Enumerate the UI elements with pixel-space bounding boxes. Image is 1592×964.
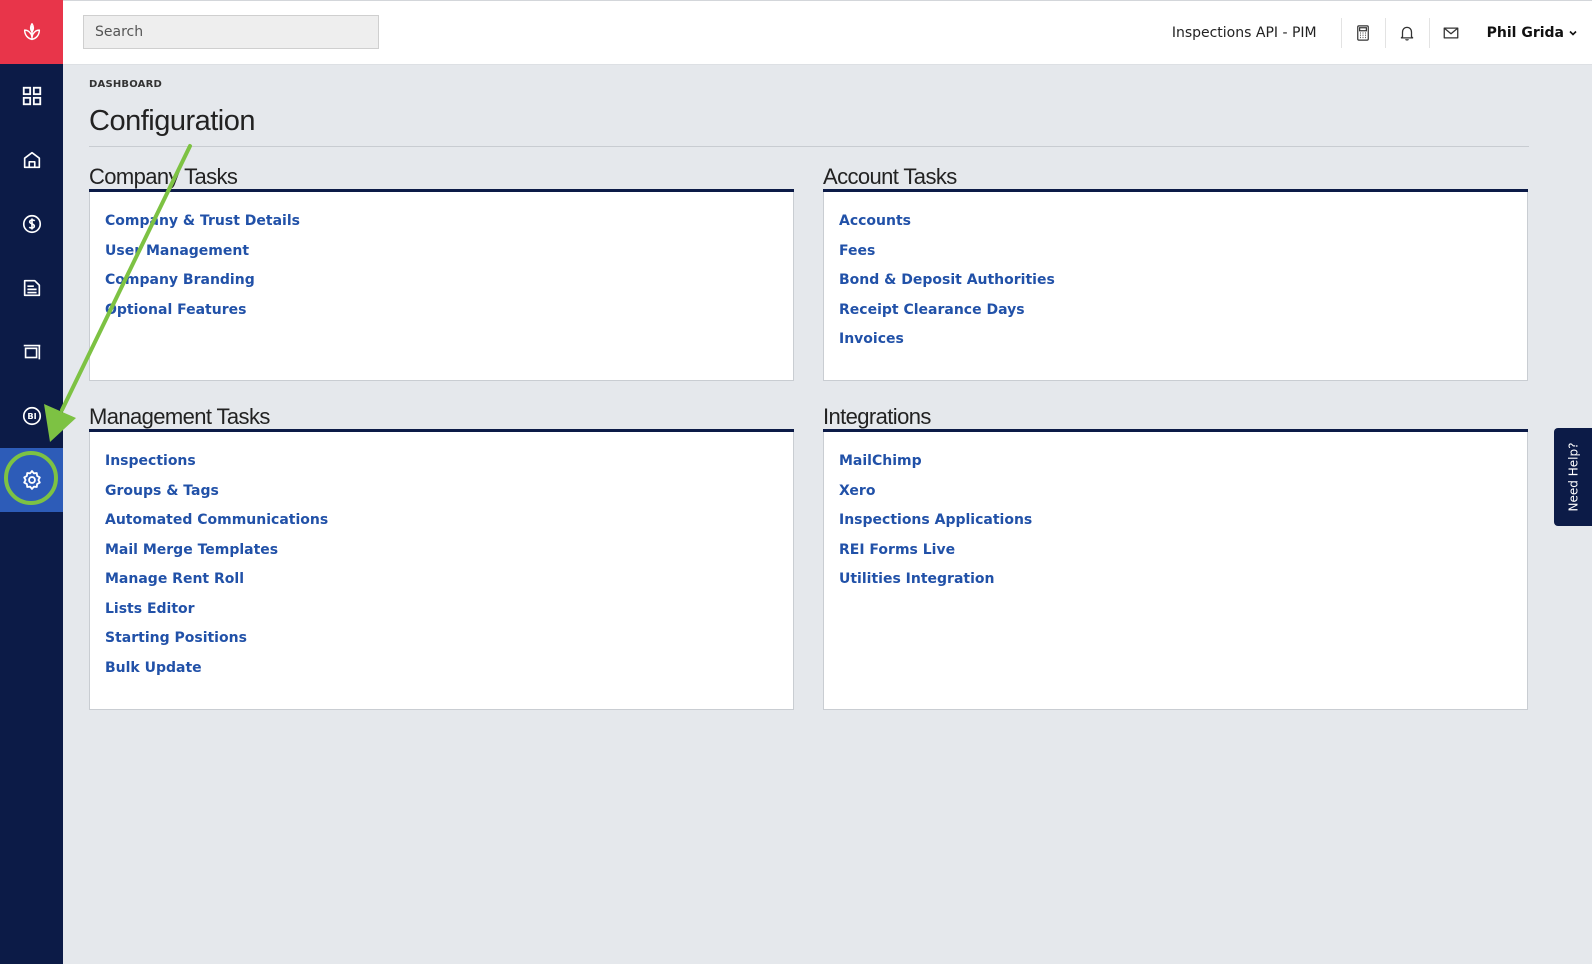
main-content: DASHBOARD Configuration Company Tasks Co… <box>89 65 1529 710</box>
sidebar-item-dashboard[interactable] <box>0 64 63 128</box>
search-input[interactable] <box>83 15 379 49</box>
calculator-icon <box>1357 25 1369 41</box>
envelope-icon <box>1443 27 1459 39</box>
topbar-right: Inspections API - PIM Phil Grida <box>1172 1 1592 65</box>
link-user-management[interactable]: User Management <box>105 242 778 272</box>
link-rei-forms-live[interactable]: REI Forms Live <box>839 541 1512 571</box>
panel-body: Accounts Fees Bond & Deposit Authorities… <box>823 192 1528 381</box>
panel-body: Company & Trust Details User Management … <box>89 192 794 381</box>
calculator-button[interactable] <box>1340 18 1385 48</box>
company-name[interactable]: Inspections API - PIM <box>1172 25 1317 41</box>
link-bulk-update[interactable]: Bulk Update <box>105 659 778 689</box>
panel-title: Company Tasks <box>89 162 794 192</box>
bi-icon: BI <box>22 406 41 426</box>
gear-icon <box>22 470 41 490</box>
chevron-down-icon <box>1569 30 1577 36</box>
link-utilities-integration[interactable]: Utilities Integration <box>839 570 1512 600</box>
panel-body: Inspections Groups & Tags Automated Comm… <box>89 432 794 710</box>
sidebar-item-reports[interactable] <box>0 256 63 320</box>
grid-icon <box>22 86 41 106</box>
panel-body: MailChimp Xero Inspections Applications … <box>823 432 1528 710</box>
bell-icon <box>1400 26 1414 41</box>
leaf-logo-icon <box>23 23 40 41</box>
link-inspections-applications[interactable]: Inspections Applications <box>839 511 1512 541</box>
panel-title: Management Tasks <box>89 402 794 432</box>
link-company-trust-details[interactable]: Company & Trust Details <box>105 212 778 242</box>
sidebar: BI <box>0 0 63 964</box>
svg-text:BI: BI <box>27 411 36 421</box>
topbar: Inspections API - PIM Phil Grida <box>63 0 1592 65</box>
user-name: Phil Grida <box>1486 25 1564 41</box>
sidebar-item-business-intelligence[interactable]: BI <box>0 384 63 448</box>
panel-management-tasks: Management Tasks Inspections Groups & Ta… <box>89 402 794 710</box>
sidebar-item-financials[interactable] <box>0 192 63 256</box>
breadcrumb[interactable]: DASHBOARD <box>89 79 1529 90</box>
frame-icon <box>23 344 40 360</box>
messages-button[interactable] <box>1428 18 1473 48</box>
sidebar-item-properties[interactable] <box>0 128 63 192</box>
panel-account-tasks: Account Tasks Accounts Fees Bond & Depos… <box>823 162 1528 381</box>
link-receipt-clearance-days[interactable]: Receipt Clearance Days <box>839 301 1512 331</box>
title-divider <box>89 146 1529 147</box>
link-fees[interactable]: Fees <box>839 242 1512 272</box>
house-icon <box>23 151 40 169</box>
link-lists-editor[interactable]: Lists Editor <box>105 600 778 630</box>
link-manage-rent-roll[interactable]: Manage Rent Roll <box>105 570 778 600</box>
panel-title: Account Tasks <box>823 162 1528 192</box>
need-help-label: Need Help? <box>1566 442 1580 512</box>
link-groups-tags[interactable]: Groups & Tags <box>105 482 778 512</box>
dollar-icon <box>22 214 41 234</box>
need-help-tab[interactable]: Need Help? <box>1554 428 1592 526</box>
panel-company-tasks: Company Tasks Company & Trust Details Us… <box>89 162 794 381</box>
link-invoices[interactable]: Invoices <box>839 330 1512 360</box>
page-title: Configuration <box>89 105 256 137</box>
sidebar-item-inspections[interactable] <box>0 320 63 384</box>
link-accounts[interactable]: Accounts <box>839 212 1512 242</box>
link-bond-deposit-authorities[interactable]: Bond & Deposit Authorities <box>839 271 1512 301</box>
link-company-branding[interactable]: Company Branding <box>105 271 778 301</box>
link-mailchimp[interactable]: MailChimp <box>839 452 1512 482</box>
user-menu[interactable]: Phil Grida <box>1487 25 1578 41</box>
link-mail-merge-templates[interactable]: Mail Merge Templates <box>105 541 778 571</box>
link-inspections[interactable]: Inspections <box>105 452 778 482</box>
link-optional-features[interactable]: Optional Features <box>105 301 778 331</box>
document-icon <box>23 279 40 297</box>
notifications-button[interactable] <box>1384 18 1429 48</box>
link-starting-positions[interactable]: Starting Positions <box>105 629 778 659</box>
link-xero[interactable]: Xero <box>839 482 1512 512</box>
link-automated-communications[interactable]: Automated Communications <box>105 511 778 541</box>
panel-integrations: Integrations MailChimp Xero Inspections … <box>823 402 1528 710</box>
logo[interactable] <box>0 0 63 64</box>
panel-title: Integrations <box>823 402 1528 432</box>
sidebar-item-configuration[interactable] <box>0 448 63 512</box>
